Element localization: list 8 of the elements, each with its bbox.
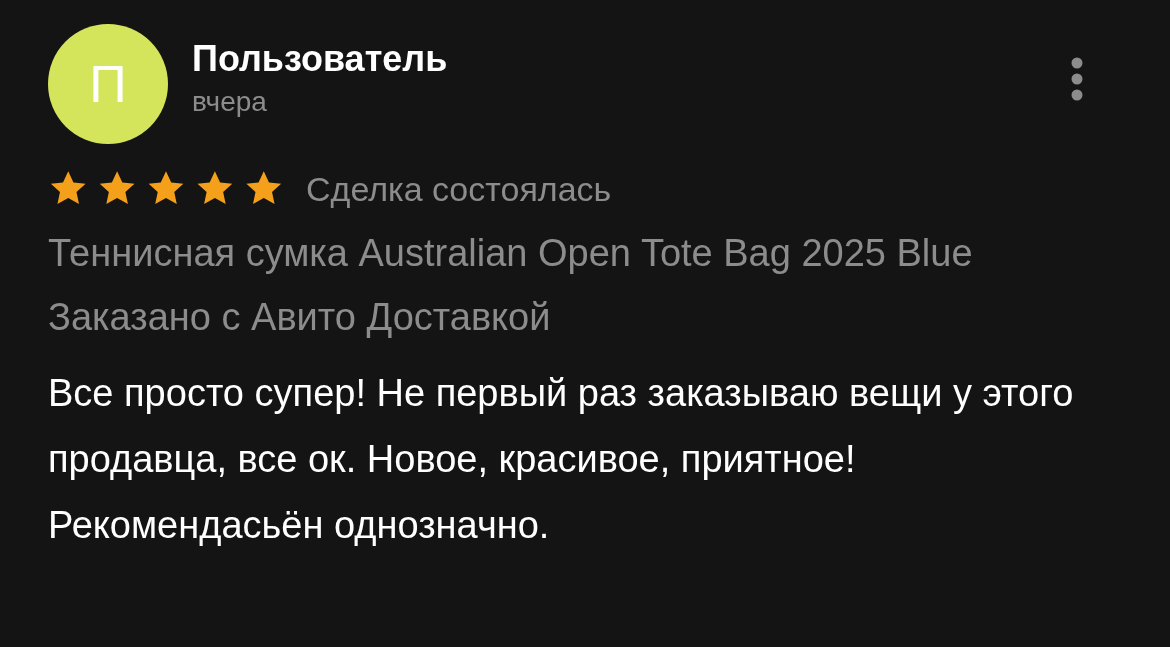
review-date: вчера <box>192 86 268 118</box>
user-avatar: П <box>48 24 168 144</box>
deal-status: Сделка состоялась <box>306 169 612 209</box>
review-text: Все просто супер! Не первый раз заказываю вещи у этого продавца, все ок. Новое, красивое, приятное! Рекомендасьён однозначно. <box>48 371 1075 548</box>
more-icon[interactable] <box>1070 57 1084 101</box>
delivery-note: Заказано с Авито Доставкой <box>48 295 552 340</box>
author-name: Пользователь <box>192 38 449 80</box>
product-title: Теннисная сумка Australian Open Tote Bag 2025 Blue <box>48 231 974 276</box>
